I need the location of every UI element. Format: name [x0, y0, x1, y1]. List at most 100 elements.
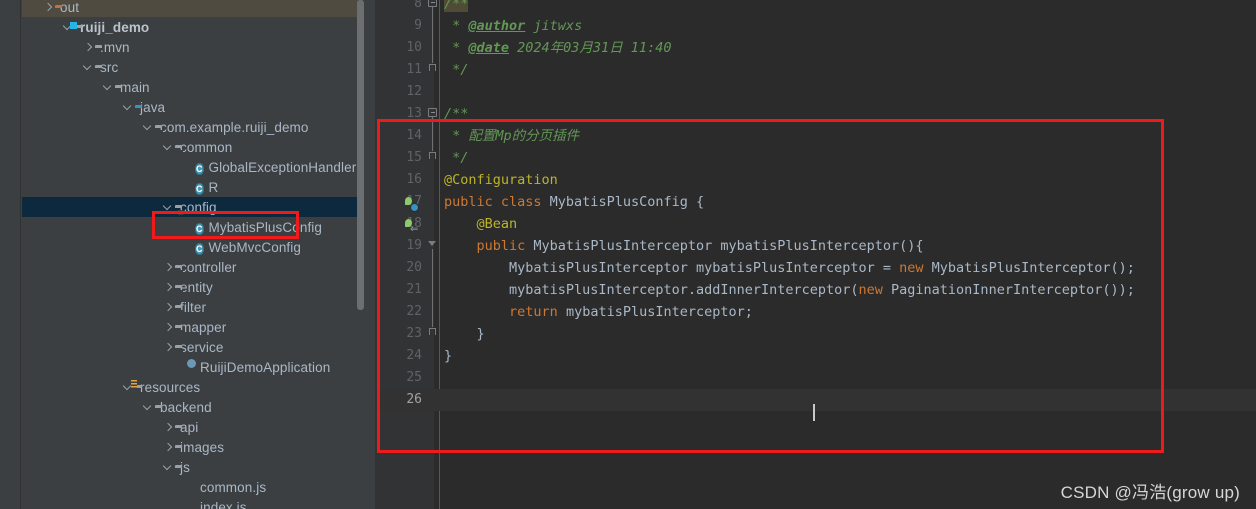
project-tree[interactable]: out ruiji_demo .mvn src main java com.example.… [22, 0, 363, 509]
code-line[interactable]: 15 */ [375, 147, 1256, 169]
chevron-right-icon[interactable] [162, 257, 175, 277]
code-token: MybatisPlusConfig { [549, 194, 705, 210]
tree-item[interactable]: src [22, 57, 363, 77]
chevron-right-icon[interactable] [162, 277, 175, 297]
tree-item[interactable]: images [22, 437, 363, 457]
tree-item[interactable]: main [22, 77, 363, 97]
tree-item-label: common [180, 139, 233, 155]
fold-collapse-icon[interactable] [427, 235, 437, 257]
code-line[interactable]: 20 MybatisPlusInterceptor mybatisPlusInt… [375, 257, 1256, 279]
line-number: 11 [406, 62, 422, 77]
code-line[interactable]: 25 [375, 367, 1256, 389]
tree-item[interactable]: api [22, 417, 363, 437]
chevron-down-icon[interactable] [122, 97, 135, 117]
tree-item[interactable]: ruiji_demo [22, 17, 363, 37]
chevron-right-icon[interactable] [42, 0, 55, 17]
code-line[interactable]: 19 public MybatisPlusInterceptor mybatis… [375, 235, 1256, 257]
code-line[interactable]: 17 public class MybatisPlusConfig { [375, 191, 1256, 213]
code-line[interactable]: 10 * @date 2024年03月31日 11:40 [375, 37, 1256, 59]
code-text: mybatisPlusInterceptor.addInnerIntercept… [444, 279, 1135, 301]
tree-item[interactable]: index.js [22, 497, 363, 509]
fold-region-end-icon[interactable] [427, 147, 437, 169]
bean-arrow-icon[interactable]: ⇐ [402, 217, 418, 235]
code-line[interactable]: 9 * @author jitwxs [375, 15, 1256, 37]
chevron-right-icon[interactable] [162, 297, 175, 317]
chevron-right-icon[interactable] [82, 37, 95, 57]
tree-item[interactable]: java [22, 97, 363, 117]
code-line[interactable]: 23 } [375, 323, 1256, 345]
sidebar-left-gutter [0, 0, 21, 509]
tree-item[interactable]: service [22, 337, 363, 357]
java-class-icon: C [195, 182, 204, 195]
code-line[interactable]: 14 * 配置Mp的分页插件 [375, 125, 1256, 147]
fold-region-line[interactable] [427, 125, 437, 147]
chevron-down-icon[interactable] [162, 197, 175, 217]
line-number: 22 [406, 304, 422, 319]
code-line[interactable]: 16 @Configuration [375, 169, 1256, 191]
fold-region-end-icon[interactable] [427, 323, 437, 345]
chevron-right-icon[interactable] [162, 417, 175, 437]
tree-item[interactable]: resources [22, 377, 363, 397]
code-line[interactable]: 13 /** [375, 103, 1256, 125]
fold-region-end-icon[interactable] [427, 59, 437, 81]
chevron-down-icon[interactable] [142, 117, 155, 137]
chevron-down-icon[interactable] [102, 77, 115, 97]
code-line[interactable]: 12 [375, 81, 1256, 103]
tree-item-label: backend [160, 399, 212, 415]
code-line[interactable]: 21 mybatisPlusInterceptor.addInnerInterc… [375, 279, 1256, 301]
tree-item-label: service [180, 339, 224, 355]
code-text: */ [444, 59, 468, 81]
code-line[interactable]: 26 [375, 389, 1256, 411]
fold-region-line[interactable] [427, 279, 437, 301]
tree-item[interactable]: out [22, 0, 363, 17]
code-token: @Bean [476, 216, 518, 232]
tree-item[interactable]: entity [22, 277, 363, 297]
line-number: 10 [406, 40, 422, 55]
fold-region-line[interactable] [427, 257, 437, 279]
fold-collapse-icon[interactable] [427, 103, 437, 125]
fold-region-line[interactable] [427, 37, 437, 59]
line-number: 21 [406, 282, 422, 297]
tree-item[interactable]: .mvn [22, 37, 363, 57]
tree-item[interactable]: controller [22, 257, 363, 277]
fold-region-line[interactable] [427, 301, 437, 323]
code-token: } [444, 326, 485, 342]
sidebar-scrollbar-thumb[interactable] [357, 0, 364, 310]
code-text: /** [444, 0, 469, 15]
chevron-down-icon[interactable] [142, 397, 155, 417]
tree-item[interactable]: C WebMvcConfig [22, 237, 363, 257]
tree-item[interactable]: CR [22, 177, 363, 197]
code-line[interactable]: 11 */ [375, 59, 1256, 81]
chevron-right-icon[interactable] [162, 317, 175, 337]
tree-item[interactable]: backend [22, 397, 363, 417]
code-editor[interactable]: 8 /** 9 * @author jitwxs 10 * @date 2024年03… [375, 0, 1256, 509]
tree-item[interactable]: C GlobalExceptionHandler [22, 157, 363, 177]
tree-item[interactable]: js [22, 457, 363, 477]
tree-item[interactable]: common.js [22, 477, 363, 497]
code-token: * [444, 18, 469, 34]
tree-item[interactable]: com.example.ruiji_demo [22, 117, 363, 137]
tree-item[interactable]: C MybatisPlusConfig [22, 217, 363, 237]
code-line[interactable]: 18 ⇐ @Bean [375, 213, 1256, 235]
tree-item[interactable]: mapper [22, 317, 363, 337]
code-line[interactable]: 22 return mybatisPlusInterceptor; [375, 301, 1256, 323]
code-line[interactable]: 24} [375, 345, 1256, 367]
fold-region-line[interactable] [427, 15, 437, 37]
line-number: 15 [406, 150, 422, 165]
spring-bean-icon[interactable] [402, 195, 419, 212]
chevron-down-icon[interactable] [162, 137, 175, 157]
chevron-down-icon[interactable] [162, 457, 175, 477]
chevron-right-icon[interactable] [162, 437, 175, 457]
tree-item[interactable]: RuijiDemoApplication [22, 357, 363, 377]
line-number: 8 [414, 0, 422, 11]
sidebar-scrollbar-track[interactable] [357, 0, 370, 509]
tree-item[interactable]: filter [22, 297, 363, 317]
fold-collapse-icon[interactable] [427, 0, 437, 15]
code-line[interactable]: 8 /** [375, 0, 1256, 15]
tree-item[interactable]: common [22, 137, 363, 157]
chevron-right-icon[interactable] [162, 337, 175, 357]
tree-item[interactable]: config [22, 197, 363, 217]
chevron-down-icon[interactable] [82, 57, 95, 77]
